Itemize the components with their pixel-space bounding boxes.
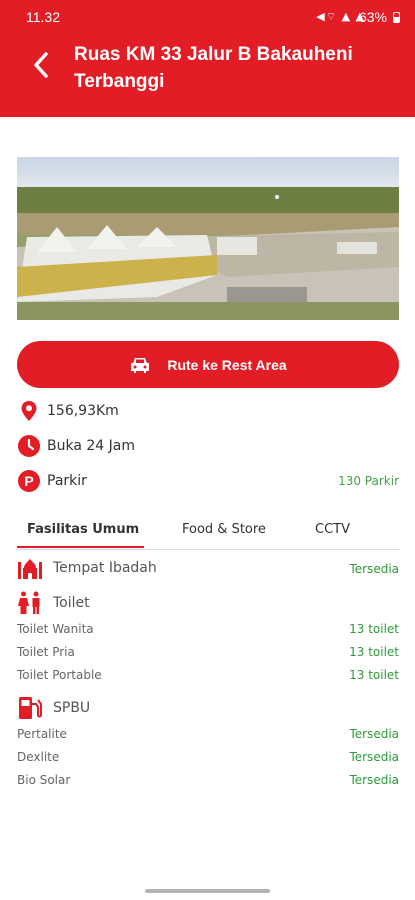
status-time: 11.32 (26, 9, 60, 25)
list-item: Bio Solar Tersedia (17, 772, 399, 790)
parking-icon: P (18, 470, 40, 492)
toilet-item-count: 13 toilet (349, 622, 399, 636)
fuel-item-status: Tersedia (349, 773, 399, 787)
clock-icon (18, 435, 40, 457)
fuel-item-name: Bio Solar (17, 773, 71, 787)
status-bar: 11.32 ◀⌔ ▲ ▲ 63% (0, 0, 415, 34)
hours-text: Buka 24 Jam (47, 438, 135, 454)
back-arrow-icon[interactable] (30, 50, 54, 80)
list-item: Toilet Portable 13 toilet (17, 667, 399, 685)
rest-area-photo (17, 157, 399, 320)
parking-row: P Parkir 130 Parkir (17, 469, 399, 495)
tab-food-store[interactable]: Food & Store (182, 522, 266, 549)
car-icon (131, 357, 150, 373)
parking-count: 130 Parkir (338, 474, 399, 488)
distance-row: 156,93Km (17, 399, 399, 425)
hours-row: Buka 24 Jam (17, 434, 399, 460)
tab-fasilitas-umum[interactable]: Fasilitas Umum (27, 522, 139, 549)
route-button-label: Rute ke Rest Area (167, 356, 287, 373)
toilet-item-count: 13 toilet (349, 668, 399, 682)
toilet-icon (18, 591, 40, 614)
list-item: Toilet Wanita 13 toilet (17, 621, 399, 639)
distance-text: 156,93Km (47, 403, 119, 419)
fuel-item-name: Pertalite (17, 727, 67, 741)
facility-tabs: Fasilitas Umum Food & Store CCTV (17, 516, 399, 550)
toilet-item-name: Toilet Wanita (17, 622, 94, 636)
mosque-icon (18, 558, 42, 579)
facility-toilet: Toilet (17, 591, 399, 617)
facility-ibadah: Tempat Ibadah Tersedia (17, 556, 399, 582)
location-pin-icon (21, 401, 37, 421)
page-title: Ruas KM 33 Jalur B Bakauheni Terbanggi (74, 44, 353, 92)
route-to-rest-area-button[interactable]: Rute ke Rest Area (17, 341, 399, 388)
ibadah-label: Tempat Ibadah (53, 560, 157, 576)
ibadah-status: Tersedia (349, 562, 399, 576)
home-indicator[interactable] (145, 889, 270, 893)
status-indicators: ◀⌔ ▲ ▲ (316, 10, 365, 23)
app-header: 11.32 ◀⌔ ▲ ▲ 63% Ruas KM 33 Jalur B Baka… (0, 0, 415, 117)
toilet-item-name: Toilet Pria (17, 645, 75, 659)
parking-label: Parkir (47, 473, 87, 489)
list-item: Pertalite Tersedia (17, 726, 399, 744)
toilet-label: Toilet (53, 595, 90, 611)
battery-level: 63% (358, 9, 387, 25)
fuel-pump-icon (19, 697, 42, 719)
battery-icon (393, 12, 400, 23)
toilet-item-name: Toilet Portable (17, 668, 102, 682)
fuel-item-status: Tersedia (349, 750, 399, 764)
facility-spbu: SPBU (17, 696, 399, 722)
active-tab-indicator (17, 546, 144, 548)
spbu-label: SPBU (53, 700, 91, 716)
fuel-item-status: Tersedia (349, 727, 399, 741)
svg-text:P: P (24, 473, 33, 489)
toilet-item-count: 13 toilet (349, 645, 399, 659)
fuel-item-name: Dexlite (17, 750, 60, 764)
list-item: Toilet Pria 13 toilet (17, 644, 399, 662)
list-item: Dexlite Tersedia (17, 749, 399, 767)
tab-cctv[interactable]: CCTV (315, 522, 350, 549)
